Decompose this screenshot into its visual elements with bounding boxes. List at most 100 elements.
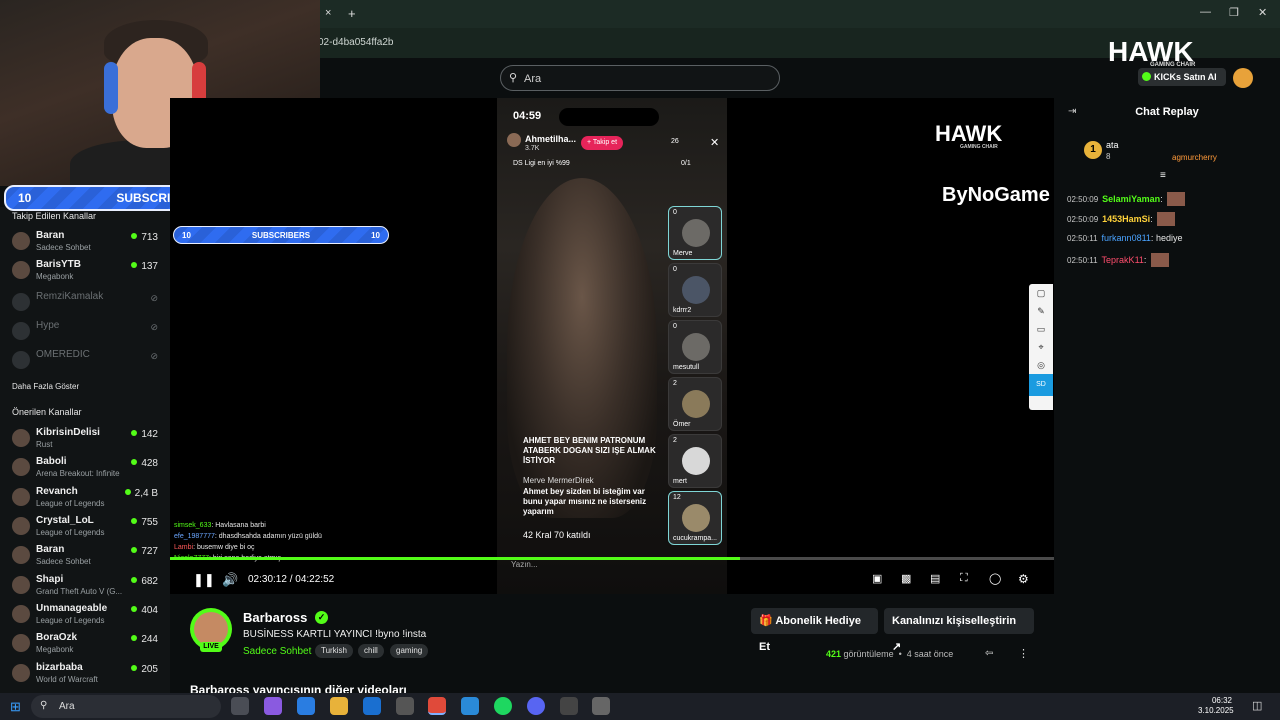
record-icon[interactable]: ◎ [1029, 356, 1053, 374]
screen-icon[interactable]: ▭ [1029, 320, 1053, 338]
sidebar-channel-bizarbaba[interactable]: bizarbaba World of Warcraft 205 [10, 661, 162, 689]
channel-name: bizarbaba [36, 662, 83, 673]
edge-icon[interactable] [297, 697, 315, 715]
tag-gaming[interactable]: gaming [390, 644, 429, 658]
gift-subscription-button[interactable]: 🎁 Abonelik Hediye Et [751, 608, 878, 653]
file-explorer-icon[interactable] [330, 697, 348, 715]
more-options-icon[interactable]: ⋮ [1018, 647, 1029, 660]
minimize-button[interactable]: — [1200, 6, 1211, 18]
search-icon: ⚲ [509, 72, 518, 84]
sd-button[interactable]: SD [1029, 374, 1053, 396]
channel-name[interactable]: Barbaross [243, 610, 307, 625]
copy-icon[interactable]: ▢ [1029, 284, 1053, 302]
phone-viewers: 26 [671, 138, 679, 145]
pen-icon[interactable]: ✎ [1029, 302, 1053, 320]
subs-label: SUBSCRIBERS [251, 230, 311, 240]
chrome-icon[interactable] [428, 697, 446, 715]
address-url[interactable]: 02-d4ba054ffa2b [318, 37, 393, 48]
crop-icon[interactable]: ⌖ [1029, 338, 1053, 356]
share-icon[interactable]: ⇦ [985, 648, 993, 659]
avatar [12, 458, 30, 476]
tag-turkish[interactable]: Turkish [315, 644, 353, 658]
chat-title: Chat Replay [1135, 106, 1199, 118]
taskbar-search[interactable]: ⚲ Ara [31, 695, 221, 718]
phone-comment: Ahmet bey sizden bi isteğim var bunu yap… [523, 487, 647, 516]
channel-name: BoraOzk [36, 632, 78, 643]
gift-icon: 🎁 [759, 615, 773, 627]
channel-name: BarisYTB [36, 259, 82, 270]
sidebar-channel-unmanageable[interactable]: Unmanageable League of Legends 404 [10, 602, 162, 630]
volume-icon[interactable]: 🔊 [222, 572, 238, 588]
tab-close-button[interactable]: × [325, 7, 331, 19]
stream-category[interactable]: Sadece Sohbet [243, 646, 311, 657]
emote-icon [1157, 212, 1176, 226]
tag-chill[interactable]: chill [358, 644, 384, 658]
spotify-icon[interactable] [494, 697, 512, 715]
clip-icon[interactable]: ▩ [901, 572, 911, 585]
sidebar-channel-hype[interactable]: Hype ⊘ [10, 319, 162, 347]
sidebar-channel-boraozk[interactable]: BoraOzk Megabonk 244 [10, 631, 162, 659]
avatar [12, 605, 30, 623]
customize-channel-button[interactable]: Kanalınızı kişiselleştirin ↗ [884, 608, 1034, 653]
fullscreen-icon[interactable]: ⛶ [960, 572, 968, 585]
app-icon[interactable] [461, 697, 479, 715]
sidebar-channel-baran-2[interactable]: Baran Sadece Sohbet 727 [10, 543, 162, 571]
settings-icon[interactable] [592, 697, 610, 715]
guest-tile: 2 Ömer [668, 377, 722, 431]
side-tool-panel: ▢ ✎ ▭ ⌖ ◎ SD [1029, 284, 1053, 410]
guest-tile: 0 kdrrr2 [668, 263, 722, 317]
theater-icon[interactable]: ▤ [930, 572, 940, 585]
settings-icon[interactable]: ⚙ [1018, 572, 1029, 586]
windows-start-icon[interactable]: ⊞ [10, 699, 21, 715]
obs-icon[interactable] [560, 697, 578, 715]
window-close-button[interactable]: ✕ [1258, 6, 1267, 19]
sidebar-channel-kibrisindelisi[interactable]: KibrisinDelisi Rust 142 [10, 426, 162, 454]
emote-icon [1167, 192, 1186, 206]
close-icon[interactable]: ✕ [710, 136, 719, 149]
sidebar-channel-barisytb[interactable]: BarisYTB Megabonk 137 [10, 258, 162, 286]
channel-category: League of Legends [36, 499, 105, 508]
subscriber-goal-bar-small: 10 SUBSCRIBERS 10 [173, 226, 389, 244]
channel-name: Crystal_LoL [36, 515, 94, 526]
sidebar-channel-remzikamalak[interactable]: RemziKamalak ⊘ [10, 290, 162, 318]
miniplayer-icon[interactable]: ▣ [872, 572, 882, 585]
outlook-icon[interactable] [363, 697, 381, 715]
taskbar-search-label: Ara [59, 701, 75, 712]
sidebar-channel-shapi[interactable]: Shapi Grand Theft Auto V (G... 682 [10, 573, 162, 601]
live-badge: LIVE [200, 642, 222, 652]
show-more-link[interactable]: Daha Fazla Göster [12, 382, 79, 391]
discord-icon[interactable] [527, 697, 545, 715]
stream-title: BUSİNESS KARTLI YAYINCI !byno !insta [243, 629, 427, 640]
viewer-count: 682 [131, 576, 158, 587]
user-avatar[interactable] [1233, 68, 1253, 88]
copilot-icon[interactable] [264, 697, 282, 715]
channel-category: Arena Breakout: Infinite [36, 469, 120, 478]
channel-category: Rust [36, 440, 53, 449]
viewer-count: 142 [131, 429, 158, 440]
channel-name: Baran [36, 544, 65, 555]
pinned-icon[interactable]: ≡ [1160, 170, 1166, 181]
sidebar-channel-crystal-lol[interactable]: Crystal_LoL League of Legends 755 [10, 514, 162, 542]
speed-icon[interactable]: ◯ [989, 572, 1001, 585]
search-input[interactable]: ⚲ Ara [500, 65, 780, 91]
channel-category: World of Warcraft [36, 675, 98, 684]
taskbar-clock[interactable]: 06:32 3.10.2025 [1198, 696, 1234, 716]
notification-icon[interactable]: ◫ [1252, 699, 1262, 712]
new-tab-button[interactable]: + [348, 6, 356, 21]
kicks-buy-button[interactable]: KICKs Satın Al [1138, 68, 1226, 86]
live-dot-icon [131, 577, 138, 583]
league-badge: DS Ligi en iyi %99 [513, 160, 570, 167]
xbox-icon[interactable] [396, 697, 414, 715]
sidebar-channel-omeredic[interactable]: OMEREDIC ⊘ [10, 348, 162, 376]
maximize-button[interactable]: ❐ [1229, 6, 1239, 19]
sidebar-channel-baran[interactable]: Baran Sadece Sohbet 713 [10, 229, 162, 257]
joined-notice: 42 Kral 70 katıldı [523, 530, 591, 540]
follow-button[interactable]: + Takip et [581, 136, 623, 150]
task-view-icon[interactable] [231, 697, 249, 715]
host-likes: 3.7K [525, 145, 540, 152]
subs-right-count: 10 [371, 230, 380, 240]
sidebar-channel-baboli[interactable]: Baboli Arena Breakout: Infinite 428 [10, 455, 162, 483]
sidebar-channel-revanch[interactable]: Revanch League of Legends 2,4 B [10, 485, 162, 513]
pause-icon[interactable]: ❚❚ [193, 572, 215, 588]
channel-category: Megabonk [36, 272, 74, 281]
